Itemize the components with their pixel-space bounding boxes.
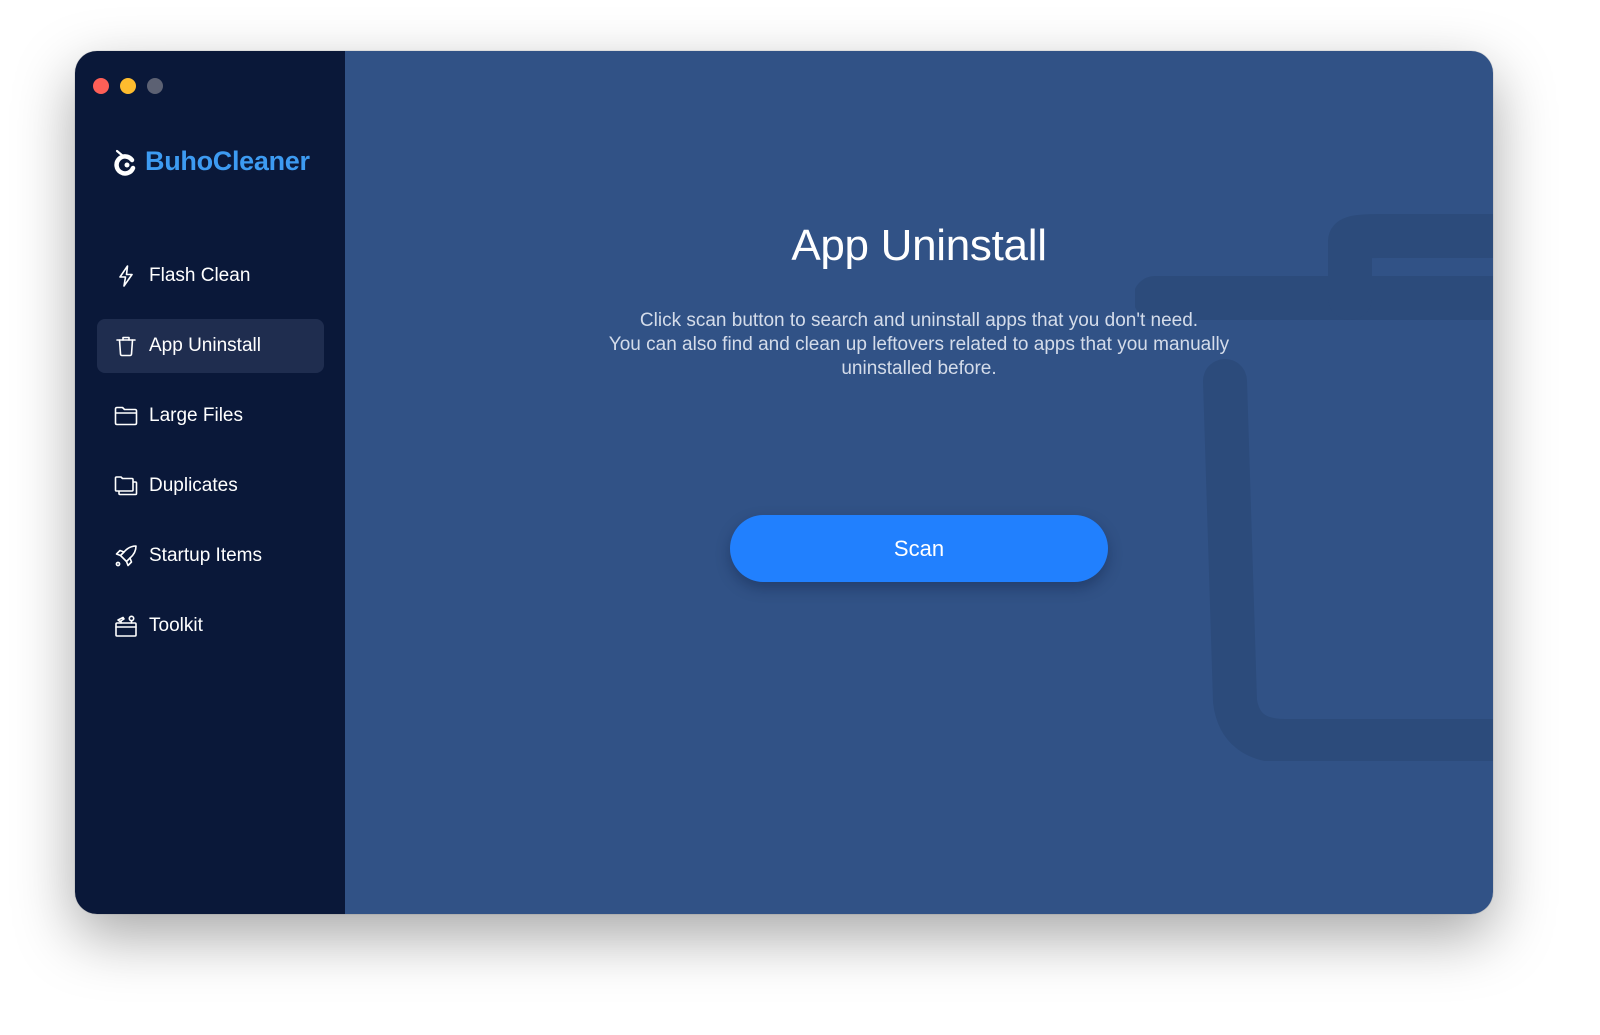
- app-window: BuhoCleaner Flash Clean App Uninstall La…: [75, 51, 1493, 914]
- window-controls: [93, 78, 163, 94]
- sidebar-item-label: Toolkit: [149, 615, 203, 636]
- sidebar-item-label: Large Files: [149, 405, 243, 426]
- brand: BuhoCleaner: [113, 146, 310, 177]
- page-description: Click scan button to search and uninstal…: [345, 309, 1493, 381]
- sidebar-item-label: App Uninstall: [149, 335, 261, 356]
- description-line: You can also find and clean up leftovers…: [608, 334, 1230, 355]
- sidebar-nav: Flash Clean App Uninstall Large Files Du…: [97, 249, 324, 669]
- trash-icon: [114, 334, 138, 358]
- sidebar-item-startup-items[interactable]: Startup Items: [97, 529, 324, 583]
- toolbox-icon: [114, 614, 138, 638]
- folder-icon: [114, 404, 138, 428]
- rocket-icon: [114, 544, 138, 568]
- trash-watermark-icon: [1135, 214, 1493, 761]
- description-line: Click scan button to search and uninstal…: [639, 310, 1199, 331]
- brand-name: BuhoCleaner: [145, 146, 310, 176]
- sidebar-item-label: Flash Clean: [149, 265, 251, 286]
- close-window-button[interactable]: [93, 78, 109, 94]
- main-panel: App Uninstall Click scan button to searc…: [345, 51, 1493, 914]
- duplicate-folders-icon: [114, 474, 138, 498]
- description-line: uninstalled before.: [841, 358, 997, 379]
- sidebar-item-label: Duplicates: [149, 475, 238, 496]
- sidebar-item-duplicates[interactable]: Duplicates: [97, 459, 324, 513]
- sidebar-item-large-files[interactable]: Large Files: [97, 389, 324, 443]
- sidebar-item-label: Startup Items: [149, 545, 262, 566]
- minimize-window-button[interactable]: [120, 78, 136, 94]
- scan-button[interactable]: Scan: [730, 515, 1108, 582]
- lightning-bolt-icon: [114, 264, 138, 288]
- sidebar-item-toolkit[interactable]: Toolkit: [97, 599, 324, 653]
- maximize-window-button[interactable]: [147, 78, 163, 94]
- sidebar-item-app-uninstall[interactable]: App Uninstall: [97, 319, 324, 373]
- sidebar: BuhoCleaner Flash Clean App Uninstall La…: [75, 51, 345, 914]
- sidebar-item-flash-clean[interactable]: Flash Clean: [97, 249, 324, 303]
- buho-owl-logo-icon: [114, 149, 136, 176]
- page-title: App Uninstall: [791, 221, 1047, 270]
